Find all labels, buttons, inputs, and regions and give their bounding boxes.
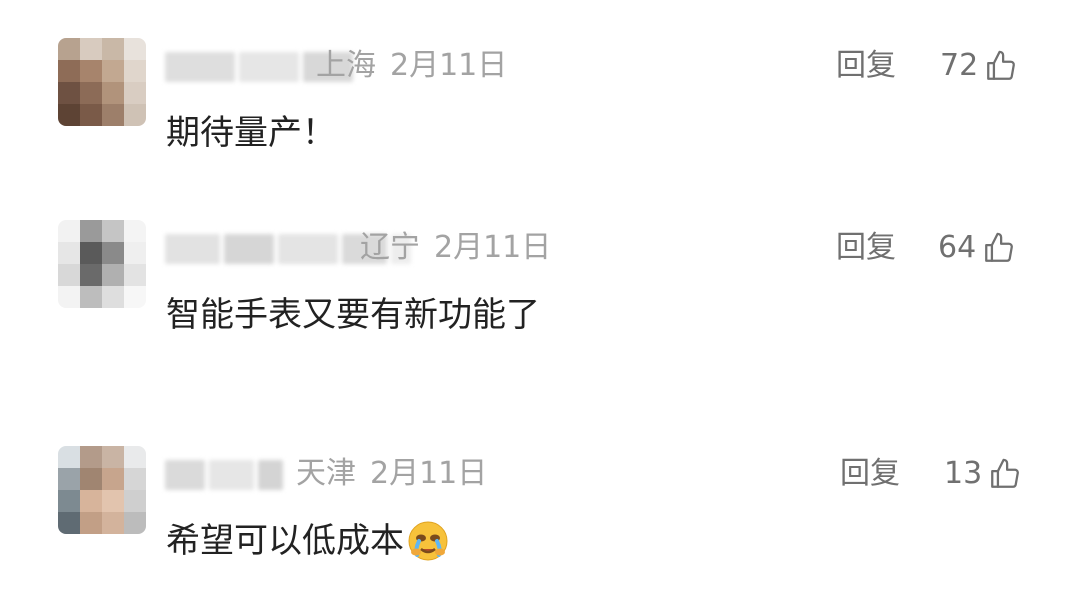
avatar-pixel <box>124 512 146 534</box>
date-label: 2月11日 <box>434 230 552 265</box>
location-label: 上海 <box>316 48 376 83</box>
comment-text: 希望可以低成本 <box>166 518 450 564</box>
crying-face-icon <box>408 521 448 561</box>
avatar-pixel <box>102 242 124 264</box>
avatar-pixel <box>80 446 102 468</box>
avatar-pixel <box>80 490 102 512</box>
avatar-pixel <box>58 38 80 60</box>
avatar-pixel <box>80 104 102 126</box>
avatar-pixel <box>58 104 80 126</box>
avatar-pixel <box>80 264 102 286</box>
avatar-pixel <box>58 82 80 104</box>
avatar-pixel <box>80 220 102 242</box>
reply-button[interactable]: 回复 <box>836 46 896 86</box>
comment-text-content: 期待量产！ <box>166 113 336 153</box>
comment-item: 天津 2月11日 回复 13 希望可以低成本 <box>0 408 1080 568</box>
avatar-pixel <box>124 490 146 512</box>
comment-meta: 天津 2月11日 <box>296 454 487 494</box>
location-label: 辽宁 <box>360 230 420 265</box>
avatar-pixel <box>102 468 124 490</box>
avatar-pixel <box>102 264 124 286</box>
comment-meta: 上海 2月11日 <box>316 46 507 86</box>
comment-item: 上海 2月11日 回复 72 期待量产！ <box>0 0 1080 160</box>
avatar-pixel <box>80 242 102 264</box>
like-button[interactable]: 72 <box>940 46 1018 86</box>
date-label: 2月11日 <box>370 456 488 491</box>
thumbs-up-icon <box>985 232 1014 262</box>
avatar-pixel <box>58 286 80 308</box>
like-count: 13 <box>944 456 983 491</box>
avatar-pixel <box>102 60 124 82</box>
avatar[interactable] <box>58 446 146 534</box>
avatar-pixel <box>80 38 102 60</box>
avatar-pixel <box>58 468 80 490</box>
avatar-pixel <box>80 60 102 82</box>
avatar-pixel <box>102 512 124 534</box>
avatar-pixel <box>124 60 146 82</box>
like-button[interactable]: 64 <box>938 228 1016 268</box>
avatar-pixel <box>58 512 80 534</box>
avatar-pixel <box>58 220 80 242</box>
avatar-pixel <box>80 286 102 308</box>
avatar-pixel <box>124 468 146 490</box>
avatar-pixel <box>102 82 124 104</box>
like-count: 72 <box>940 48 979 83</box>
comment-meta: 辽宁 2月11日 <box>360 228 551 268</box>
avatar-pixel <box>102 220 124 242</box>
avatar-pixel <box>80 512 102 534</box>
avatar-pixel <box>80 468 102 490</box>
avatar-pixel <box>58 60 80 82</box>
username-blurred[interactable] <box>165 456 287 494</box>
avatar-pixel <box>80 82 102 104</box>
avatar-pixel <box>124 242 146 264</box>
location-label: 天津 <box>296 456 356 491</box>
avatar-pixel <box>102 38 124 60</box>
avatar-pixel <box>102 490 124 512</box>
avatar-pixel <box>124 82 146 104</box>
avatar-pixel <box>124 220 146 242</box>
avatar[interactable] <box>58 220 146 308</box>
comment-text-content: 智能手表又要有新功能了 <box>166 295 540 335</box>
avatar-pixel <box>124 446 146 468</box>
avatar-pixel <box>124 104 146 126</box>
avatar-pixel <box>58 490 80 512</box>
avatar-pixel <box>102 286 124 308</box>
like-button[interactable]: 13 <box>944 454 1022 494</box>
comment-item: 辽宁 2月11日 回复 64 智能手表又要有新功能了 <box>0 182 1080 342</box>
avatar-pixel <box>124 286 146 308</box>
avatar-pixel <box>58 264 80 286</box>
thumbs-up-icon <box>987 50 1016 80</box>
avatar[interactable] <box>58 38 146 126</box>
avatar-pixel <box>102 104 124 126</box>
avatar-pixel <box>124 38 146 60</box>
avatar-pixel <box>102 446 124 468</box>
comment-text-content: 希望可以低成本 <box>166 521 404 561</box>
thumbs-up-icon <box>991 458 1020 488</box>
avatar-pixel <box>58 242 80 264</box>
comment-text: 期待量产！ <box>166 110 336 156</box>
avatar-pixel <box>58 446 80 468</box>
like-count: 64 <box>938 230 977 265</box>
reply-button[interactable]: 回复 <box>840 454 900 494</box>
date-label: 2月11日 <box>390 48 508 83</box>
comment-text: 智能手表又要有新功能了 <box>166 292 540 338</box>
reply-button[interactable]: 回复 <box>836 228 896 268</box>
avatar-pixel <box>124 264 146 286</box>
